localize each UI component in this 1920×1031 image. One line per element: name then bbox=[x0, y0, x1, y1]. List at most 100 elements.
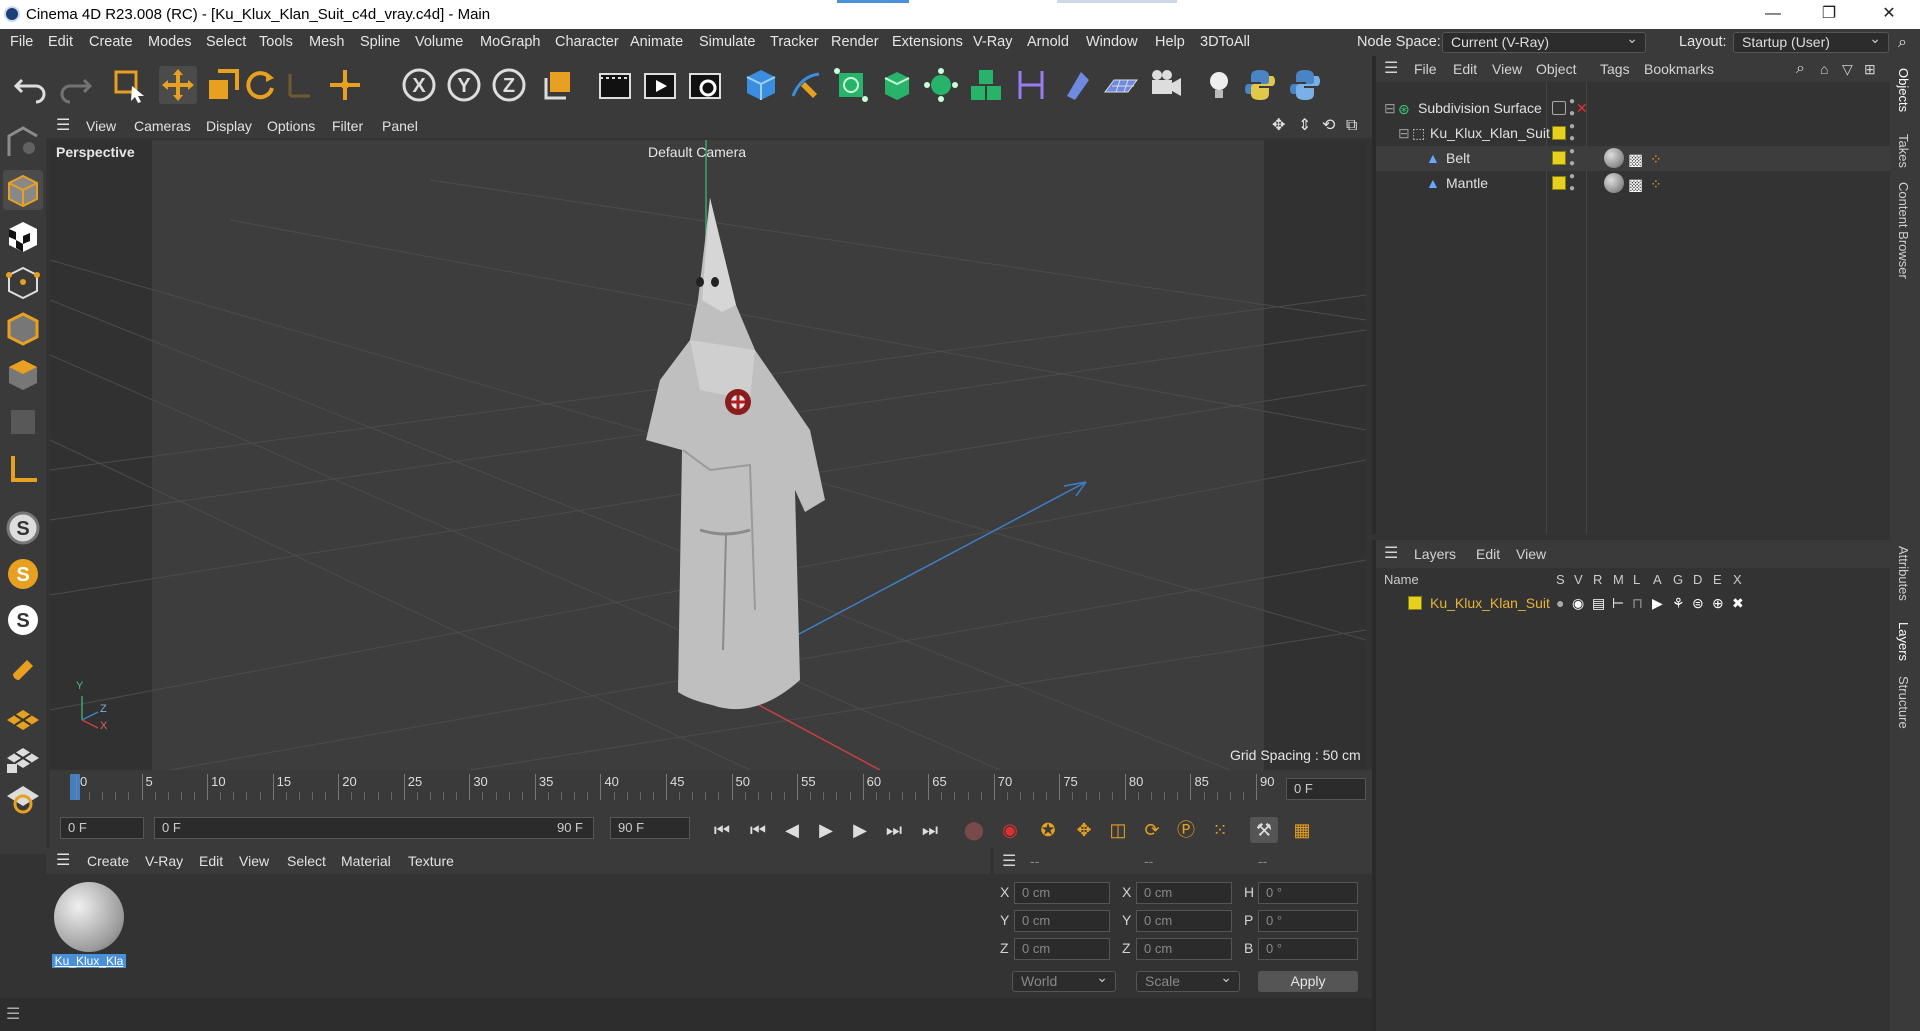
cloner-cubes-icon[interactable] bbox=[967, 66, 1005, 104]
go-to-start-icon[interactable]: ⏮ bbox=[708, 817, 736, 843]
key-position-icon[interactable]: ✥ bbox=[1070, 817, 1098, 843]
object-new-view-icon[interactable]: ⊞ bbox=[1864, 56, 1876, 82]
model-mode-icon[interactable] bbox=[3, 170, 43, 210]
menu-select[interactable]: Select bbox=[206, 29, 246, 56]
viewport-rotate-icon[interactable]: ⟲ bbox=[1322, 114, 1335, 138]
solo-mode-icon[interactable]: S bbox=[3, 508, 43, 548]
edge-mode-icon[interactable] bbox=[3, 308, 43, 348]
menu-tracker[interactable]: Tracker bbox=[770, 29, 819, 56]
key-rotation-icon[interactable]: ⟳ bbox=[1138, 817, 1166, 843]
menu-vray[interactable]: V-Ray bbox=[973, 29, 1013, 56]
layer-menu-edit[interactable]: Edit bbox=[1476, 540, 1500, 568]
collapse-icon[interactable]: ⊟ bbox=[1384, 96, 1396, 121]
coordinate-system-icon[interactable] bbox=[540, 66, 578, 104]
layer-render-clapper-icon[interactable]: ▤ bbox=[1592, 592, 1605, 614]
mograph-cloner-icon[interactable] bbox=[922, 66, 960, 104]
apply-button[interactable]: Apply bbox=[1258, 971, 1358, 992]
object-menu-tags[interactable]: Tags bbox=[1600, 56, 1630, 82]
uv-mode-icon[interactable] bbox=[3, 402, 43, 442]
light-icon[interactable] bbox=[1200, 66, 1238, 104]
menu-arnold[interactable]: Arnold bbox=[1027, 29, 1069, 56]
extrude-icon[interactable] bbox=[877, 66, 915, 104]
y-axis-lock-icon[interactable]: Y bbox=[445, 66, 483, 104]
layer-expressions-icon[interactable]: ⊕ bbox=[1712, 592, 1724, 614]
vray-tag-icon[interactable]: ⁘ bbox=[1650, 147, 1662, 172]
menu-render[interactable]: Render bbox=[831, 29, 879, 56]
layer-menu-view[interactable]: View bbox=[1516, 540, 1546, 568]
camera-icon[interactable] bbox=[1147, 66, 1185, 104]
floor-icon[interactable] bbox=[1102, 66, 1140, 104]
point-mode-icon[interactable] bbox=[3, 262, 43, 302]
material-menu-icon[interactable]: ☰ bbox=[56, 848, 70, 874]
menu-simulate[interactable]: Simulate bbox=[699, 29, 755, 56]
auto-keying-icon[interactable]: ◉ bbox=[996, 817, 1024, 843]
tab-layers[interactable]: Layers bbox=[1896, 622, 1911, 661]
layer-color-swatch[interactable] bbox=[1552, 126, 1566, 140]
python-console-icon[interactable] bbox=[1286, 66, 1324, 104]
menu-mesh[interactable]: Mesh bbox=[309, 29, 344, 56]
tab-objects[interactable]: Objects bbox=[1896, 68, 1911, 112]
layer-menu-layers[interactable]: Layers bbox=[1414, 540, 1456, 568]
menu-animate[interactable]: Animate bbox=[630, 29, 683, 56]
viewport-camera[interactable]: Default Camera bbox=[648, 144, 746, 160]
menu-volume[interactable]: Volume bbox=[415, 29, 463, 56]
menu-extensions[interactable]: Extensions bbox=[892, 29, 963, 56]
layout-select[interactable]: Startup (User) bbox=[1733, 29, 1889, 53]
field-icon[interactable] bbox=[1057, 66, 1095, 104]
previous-frame-icon[interactable]: ◀ bbox=[778, 817, 806, 843]
visibility-dots-icon[interactable]: ● ● bbox=[1569, 171, 1575, 195]
viewport-menu-view[interactable]: View bbox=[86, 114, 116, 138]
uvw-tag-icon[interactable]: ▩ bbox=[1628, 173, 1643, 198]
menu-create[interactable]: Create bbox=[89, 29, 133, 56]
menu-help[interactable]: Help bbox=[1155, 29, 1185, 56]
transform-tool-icon[interactable] bbox=[326, 66, 364, 104]
timeline-window-icon[interactable]: ▦ bbox=[1288, 817, 1316, 843]
solo-hierarchy-icon[interactable]: S bbox=[3, 554, 43, 594]
viewport-menu-options[interactable]: Options bbox=[267, 114, 315, 138]
undo-icon[interactable] bbox=[12, 66, 50, 104]
size-x-field[interactable]: 0 cm bbox=[1136, 882, 1232, 904]
material-menu-texture[interactable]: Texture bbox=[408, 848, 454, 874]
position-z-field[interactable]: 0 cm bbox=[1014, 938, 1110, 960]
viewport-menu-icon[interactable]: ☰ bbox=[56, 114, 70, 138]
layer-animation-icon[interactable]: ▶ bbox=[1652, 592, 1663, 614]
menu-3dtoall[interactable]: 3DToAll bbox=[1200, 29, 1250, 56]
layer-manager-tree-icon[interactable]: ⊢ bbox=[1612, 592, 1624, 614]
layer-solo-icon[interactable]: ● bbox=[1556, 592, 1564, 614]
material-menu-edit[interactable]: Edit bbox=[199, 848, 223, 874]
object-search-icon[interactable]: ⌕ bbox=[1796, 56, 1805, 82]
object-filter-icon[interactable]: ▽ bbox=[1842, 56, 1853, 82]
coordinates-menu-icon[interactable]: ☰ bbox=[1002, 851, 1016, 871]
key-scale-icon[interactable]: ◫ bbox=[1104, 817, 1132, 843]
recent-tool-icon[interactable] bbox=[280, 66, 318, 104]
menu-edit[interactable]: Edit bbox=[48, 29, 73, 56]
tab-content-browser[interactable]: Content Browser bbox=[1896, 182, 1911, 279]
rotation-b-field[interactable]: 0 ° bbox=[1258, 938, 1358, 960]
layer-menu-icon[interactable]: ☰ bbox=[1384, 540, 1398, 568]
tab-attributes[interactable]: Attributes bbox=[1896, 546, 1911, 601]
layer-color-swatch[interactable] bbox=[1552, 151, 1566, 165]
menu-spline[interactable]: Spline bbox=[360, 29, 400, 56]
coordinate-mode-select[interactable]: World bbox=[1012, 968, 1116, 992]
collapse-icon[interactable]: ⊟ bbox=[1398, 121, 1410, 146]
object-home-icon[interactable]: ⌂ bbox=[1820, 56, 1828, 82]
scheme-settings-icon[interactable]: ⚒ bbox=[1250, 817, 1278, 843]
tab-takes[interactable]: Takes bbox=[1896, 134, 1911, 168]
material-menu-view[interactable]: View bbox=[239, 848, 269, 874]
coordinate-transform-select[interactable]: Scale bbox=[1136, 968, 1240, 992]
next-frame-icon[interactable]: ▶ bbox=[846, 817, 874, 843]
viewport-menu-filter[interactable]: Filter bbox=[332, 114, 363, 138]
object-menu-object[interactable]: Object bbox=[1536, 56, 1576, 82]
close-button[interactable]: ✕ bbox=[1860, 0, 1918, 29]
key-pla-icon[interactable]: ⁙ bbox=[1206, 817, 1234, 843]
material-menu-material[interactable]: Material bbox=[341, 848, 391, 874]
object-row-belt[interactable]: ▲ Belt ● ● ▩ ⁘ bbox=[1376, 146, 1894, 171]
render-settings-icon[interactable] bbox=[686, 66, 724, 104]
preview-range-slider[interactable]: 0 F 90 F bbox=[154, 817, 594, 839]
menu-window[interactable]: Window bbox=[1086, 29, 1138, 56]
solo-off-icon[interactable]: S bbox=[3, 600, 43, 640]
play-icon[interactable]: ▶ bbox=[812, 817, 840, 843]
search-icon[interactable]: ⌕ bbox=[1898, 29, 1907, 56]
record-keys-icon[interactable]: ⬤ bbox=[960, 817, 988, 843]
timeline-ruler[interactable]: 0 5 10 15 20 25 30 35 40 45 50 55 60 65 70 75 80 85 90 0 F bbox=[50, 770, 1372, 808]
